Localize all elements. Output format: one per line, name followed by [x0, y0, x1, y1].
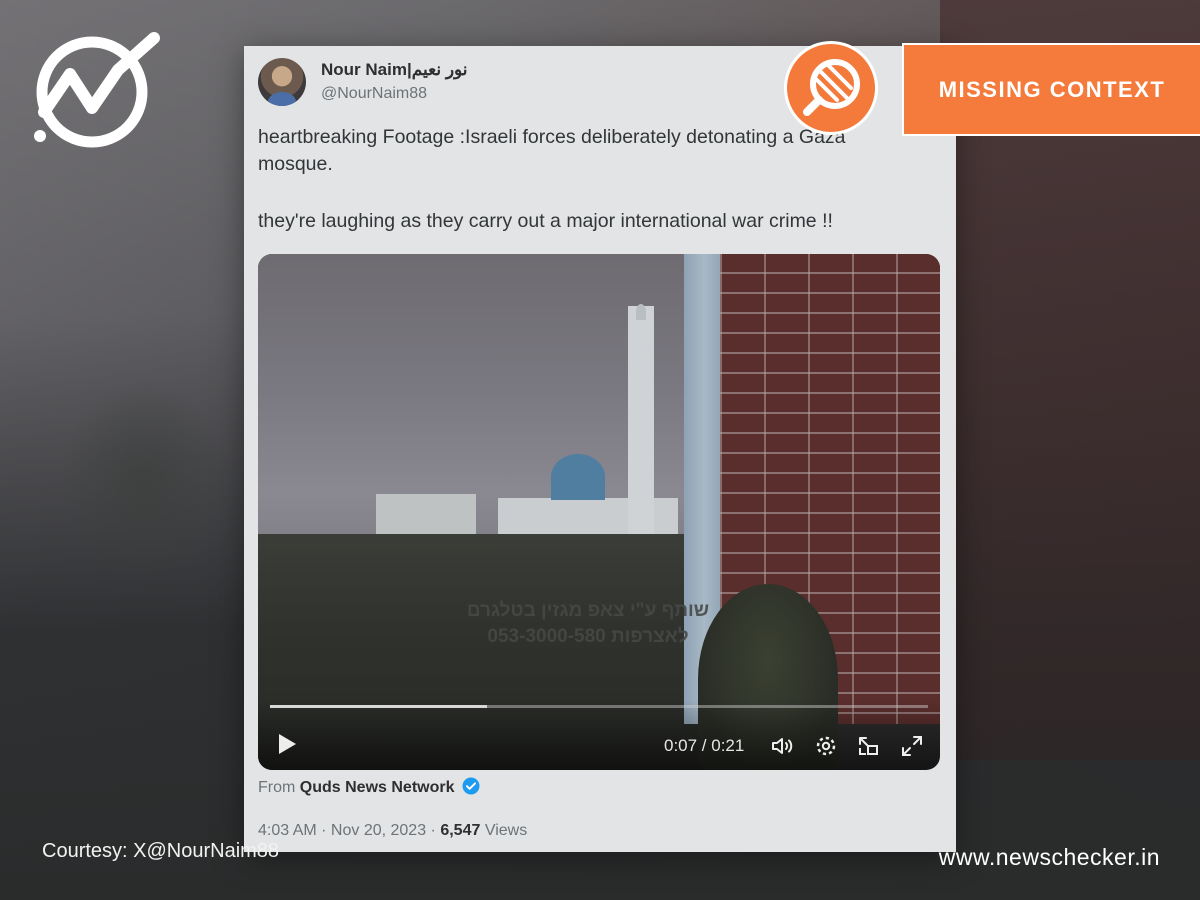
views-count: 6,547 [440, 822, 481, 839]
play-icon[interactable] [276, 732, 298, 756]
video-watermark-line: שותף ע"י צאפ מגזין בטלגרם [466, 600, 710, 621]
volume-icon[interactable] [770, 734, 794, 758]
video-minaret [628, 306, 654, 546]
tweet-meta: 4:03 AM · Nov 20, 2023 · 6,547 Views [258, 822, 527, 840]
settings-icon[interactable] [814, 734, 838, 758]
background-blur [60, 380, 230, 580]
video-dome [551, 454, 605, 500]
fullscreen-icon[interactable] [900, 734, 924, 758]
tweet-card: Nour Naim|نور نعيم @NourNaim88 heartbrea… [244, 46, 956, 852]
video-progress-fill [270, 705, 488, 708]
video-watermark: שותף ע"י צאפ מגזין בטלגרם 053-3000-580 ל… [438, 598, 738, 650]
missing-context-label: MISSING CONTEXT [902, 43, 1200, 136]
video-minaret-top [636, 304, 646, 320]
video-progress-bar[interactable] [270, 705, 928, 708]
tweet-text-line: they're laughing as they carry out a maj… [258, 210, 833, 232]
tweet-timestamp[interactable]: 4:03 AM · Nov 20, 2023 · [258, 822, 440, 839]
magnifier-icon [803, 59, 860, 116]
video-player[interactable]: שותף ע"י צאפ מגזין בטלגרם 053-3000-580 ל… [258, 254, 940, 770]
views-label: Views [484, 822, 528, 839]
avatar[interactable] [258, 58, 306, 106]
video-source: From Quds News Network [258, 777, 480, 797]
user-handle[interactable]: @NourNaim88 [321, 85, 427, 103]
video-time: 0:07 / 0:21 [664, 736, 745, 755]
tweet-text: heartbreaking Footage :Israeli forces de… [258, 124, 908, 265]
display-name[interactable]: Nour Naim|نور نعيم [321, 60, 468, 80]
verified-badge-icon [462, 777, 480, 795]
newschecker-logo-icon [34, 32, 160, 148]
from-label: From [258, 779, 296, 796]
magnifier-badge [784, 41, 878, 135]
source-name[interactable]: Quds News Network [300, 779, 455, 796]
courtesy-text: Courtesy: X@NourNaim88 [42, 840, 280, 862]
pip-icon[interactable] [856, 734, 880, 758]
video-watermark-line: 053-3000-580 לאצרפות [487, 626, 689, 647]
site-url: www.newschecker.in [938, 844, 1160, 870]
